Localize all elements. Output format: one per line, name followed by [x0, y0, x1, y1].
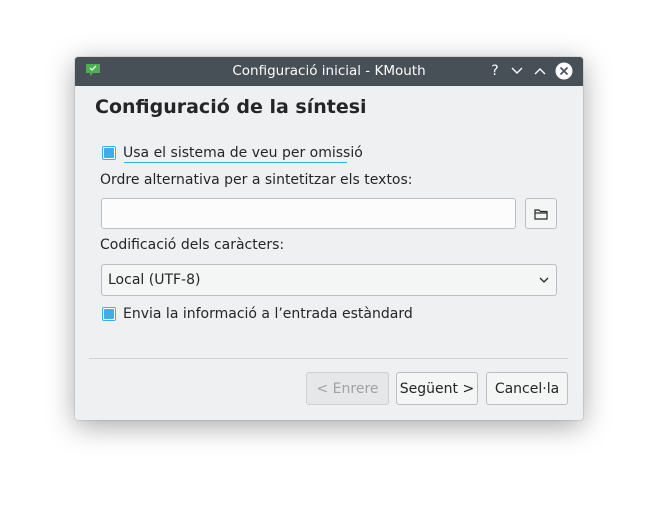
help-icon: ? [491, 63, 499, 79]
window-title: Configuració inicial - KMouth [232, 63, 426, 79]
back-button[interactable]: < Enrere [306, 372, 389, 405]
maximize-icon [534, 68, 546, 75]
encoding-select[interactable]: Local (UTF-8) [101, 264, 557, 296]
stdin-label[interactable]: Envia la informació a l’entrada estàndar… [123, 306, 413, 322]
help-button[interactable]: ? [486, 62, 504, 80]
stdin-checkbox[interactable] [102, 307, 116, 321]
use-default-voice-label[interactable]: Usa el sistema de veu per omissió [123, 145, 363, 161]
focus-underline [124, 162, 347, 163]
folder-icon [534, 208, 548, 220]
encoding-label: Codificació dels caràcters: [100, 237, 285, 253]
browse-button[interactable] [525, 198, 557, 229]
stdin-checkbox-row[interactable]: Envia la informació a l’entrada estàndar… [102, 304, 413, 324]
title-bar[interactable]: Configuració inicial - KMouth ? [75, 57, 583, 86]
alt-command-label: Ordre alternativa per a sintetitzar els … [100, 172, 413, 188]
use-default-voice-checkbox-row[interactable]: Usa el sistema de veu per omissió [102, 143, 363, 163]
cancel-button[interactable]: Cancel·la [486, 372, 568, 405]
use-default-voice-checkbox[interactable] [102, 146, 116, 160]
minimize-icon [511, 67, 523, 74]
next-button[interactable]: Següent > [396, 372, 478, 405]
setup-dialog: Configuració inicial - KMouth ? Configur… [75, 57, 583, 420]
close-button[interactable] [555, 62, 573, 80]
close-icon [555, 62, 573, 80]
checkbox-checked-indicator [104, 148, 114, 158]
page-title: Configuració de la síntesi [95, 96, 367, 118]
dialog-content: Configuració de la síntesi Usa el sistem… [75, 86, 583, 420]
alt-command-input[interactable] [101, 198, 516, 229]
checkbox-checked-indicator [104, 309, 114, 319]
chevron-down-icon [539, 277, 549, 283]
maximize-button[interactable] [531, 62, 549, 80]
encoding-selected-value: Local (UTF-8) [108, 272, 201, 288]
minimize-button[interactable] [508, 62, 526, 80]
footer-divider [89, 358, 568, 359]
